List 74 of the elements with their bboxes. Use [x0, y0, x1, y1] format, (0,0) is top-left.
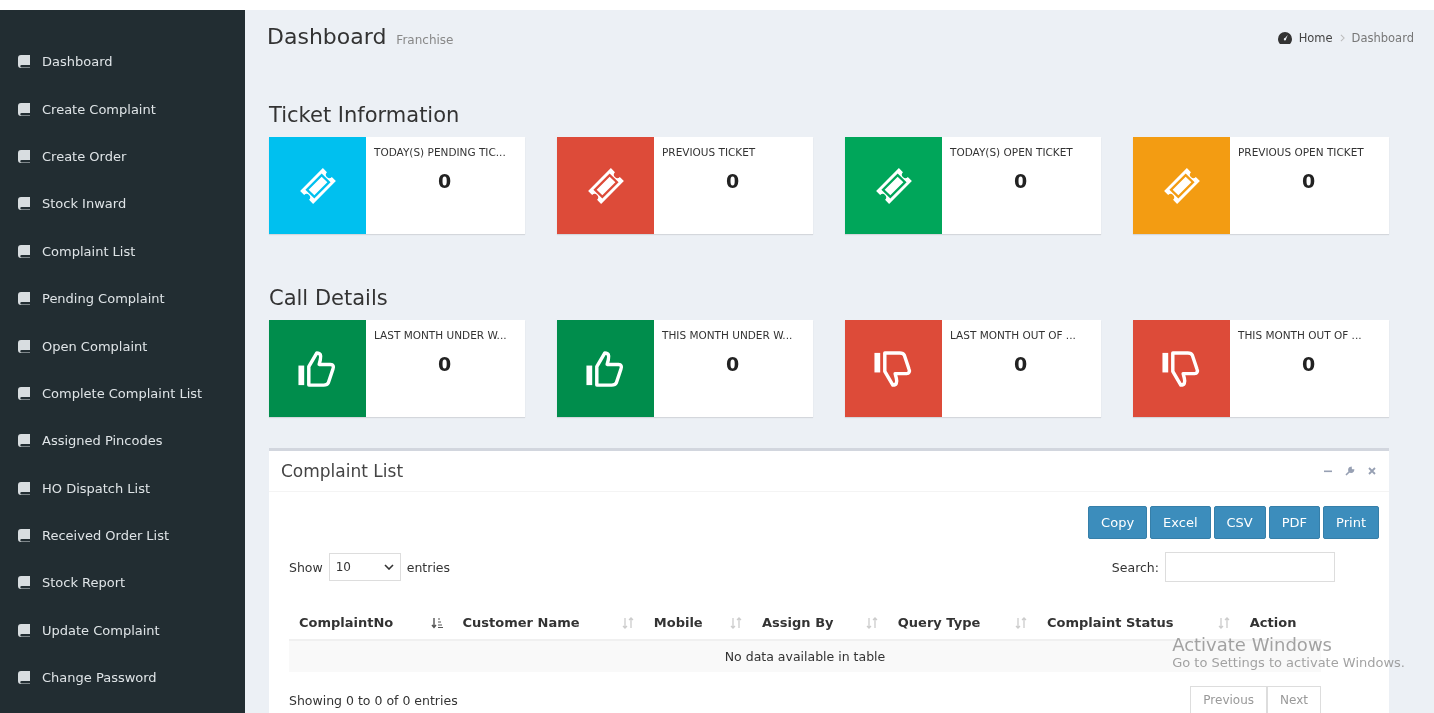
- card-label: TODAY(S) PENDING TIC...: [374, 146, 506, 158]
- breadcrumb-link[interactable]: Home: [1298, 31, 1333, 45]
- chevron-down-icon: [383, 564, 394, 570]
- sidebar-item[interactable]: Open Complaint: [0, 322, 245, 370]
- book-icon: [18, 386, 30, 400]
- section-title: Ticket Information: [269, 103, 461, 127]
- sort-icon: [621, 616, 634, 629]
- sidebar-item[interactable]: Change Password: [0, 654, 245, 702]
- page-size-select[interactable]: 10: [328, 553, 401, 581]
- export-button[interactable]: Copy: [1088, 506, 1148, 539]
- breadcrumb-link[interactable]: Dashboard: [1351, 31, 1414, 45]
- book-icon: [18, 339, 30, 353]
- book-icon: [18, 434, 30, 448]
- card-label: TODAY(S) OPEN TICKET: [950, 146, 1073, 158]
- book-icon: [18, 244, 30, 258]
- sidebar-item[interactable]: Update Complaint: [0, 606, 245, 655]
- activation-notice-text: Go to Settings to activate Windows.: [1172, 655, 1405, 670]
- dashboard-icon: [1277, 32, 1292, 44]
- book-icon: [18, 102, 30, 116]
- section-title: Call Details: [269, 286, 389, 310]
- sidebar-item[interactable]: Stock Inward: [0, 180, 245, 228]
- sidebar-item[interactable]: Complete Complaint List: [0, 369, 245, 418]
- card-label: PREVIOUS TICKET: [662, 146, 756, 158]
- book-icon: [18, 292, 30, 306]
- card-label: LAST MONTH OUT OF ...: [950, 329, 1076, 341]
- card-value: 0: [726, 353, 741, 375]
- export-button[interactable]: PDF: [1268, 506, 1321, 539]
- close-icon[interactable]: [1367, 466, 1377, 476]
- card-value: 0: [1302, 170, 1317, 192]
- table-info: Showing 0 to 0 of 0 entries: [289, 692, 458, 708]
- book-icon: [18, 671, 30, 685]
- card-value: 0: [726, 170, 741, 192]
- card-value: 0: [1014, 170, 1029, 192]
- card-label: THIS MONTH OUT OF ...: [1238, 329, 1362, 341]
- sort-icon: [865, 616, 878, 629]
- sort-ascending-icon: [430, 616, 443, 629]
- export-button[interactable]: Print: [1323, 506, 1379, 539]
- book-icon: [18, 149, 30, 163]
- chevron-right-icon: [1339, 34, 1345, 42]
- book-icon: [18, 576, 30, 590]
- book-icon: [18, 623, 30, 637]
- page-subtitle: Franchise: [396, 33, 454, 47]
- sort-icon: [1217, 616, 1230, 629]
- card-value: 0: [1014, 353, 1029, 375]
- card-label: PREVIOUS OPEN TICKET: [1238, 146, 1364, 158]
- sidebar-item[interactable]: Complaint List: [0, 227, 245, 275]
- sidebar-item[interactable]: Create Order: [0, 132, 245, 181]
- book-icon: [18, 529, 30, 543]
- sort-icon: [1014, 616, 1027, 629]
- book-icon: [18, 481, 30, 495]
- panel-title: Complaint List: [281, 461, 404, 481]
- export-button[interactable]: CSV: [1213, 506, 1266, 539]
- card-label: THIS MONTH UNDER W...: [662, 329, 793, 341]
- card-value: 0: [1302, 353, 1317, 375]
- sort-icon: [730, 616, 743, 629]
- sidebar-item[interactable]: Stock Report: [0, 559, 245, 607]
- search-label: Search:: [1111, 559, 1159, 575]
- search-field[interactable]: [1165, 552, 1335, 582]
- card-value: 0: [438, 170, 453, 192]
- card-label: LAST MONTH UNDER W...: [374, 329, 507, 341]
- sidebar-item[interactable]: Assigned Pincodes: [0, 417, 245, 465]
- sidebar-item[interactable]: Received Order List: [0, 511, 245, 560]
- sidebar-item[interactable]: Pending Complaint: [0, 274, 245, 323]
- export-button[interactable]: Excel: [1150, 506, 1211, 539]
- sidebar-item[interactable]: HO Dispatch List: [0, 464, 245, 512]
- sidebar-item[interactable]: Dashboard: [0, 38, 245, 86]
- entries-label: entries: [406, 559, 451, 575]
- book-icon: [18, 55, 30, 69]
- sidebar-item[interactable]: Create Complaint: [0, 85, 245, 133]
- card-value: 0: [438, 353, 453, 375]
- wrench-icon[interactable]: [1345, 466, 1355, 476]
- book-icon: [18, 197, 30, 211]
- show-label: Show: [289, 559, 323, 575]
- page-title: Dashboard: [267, 24, 387, 49]
